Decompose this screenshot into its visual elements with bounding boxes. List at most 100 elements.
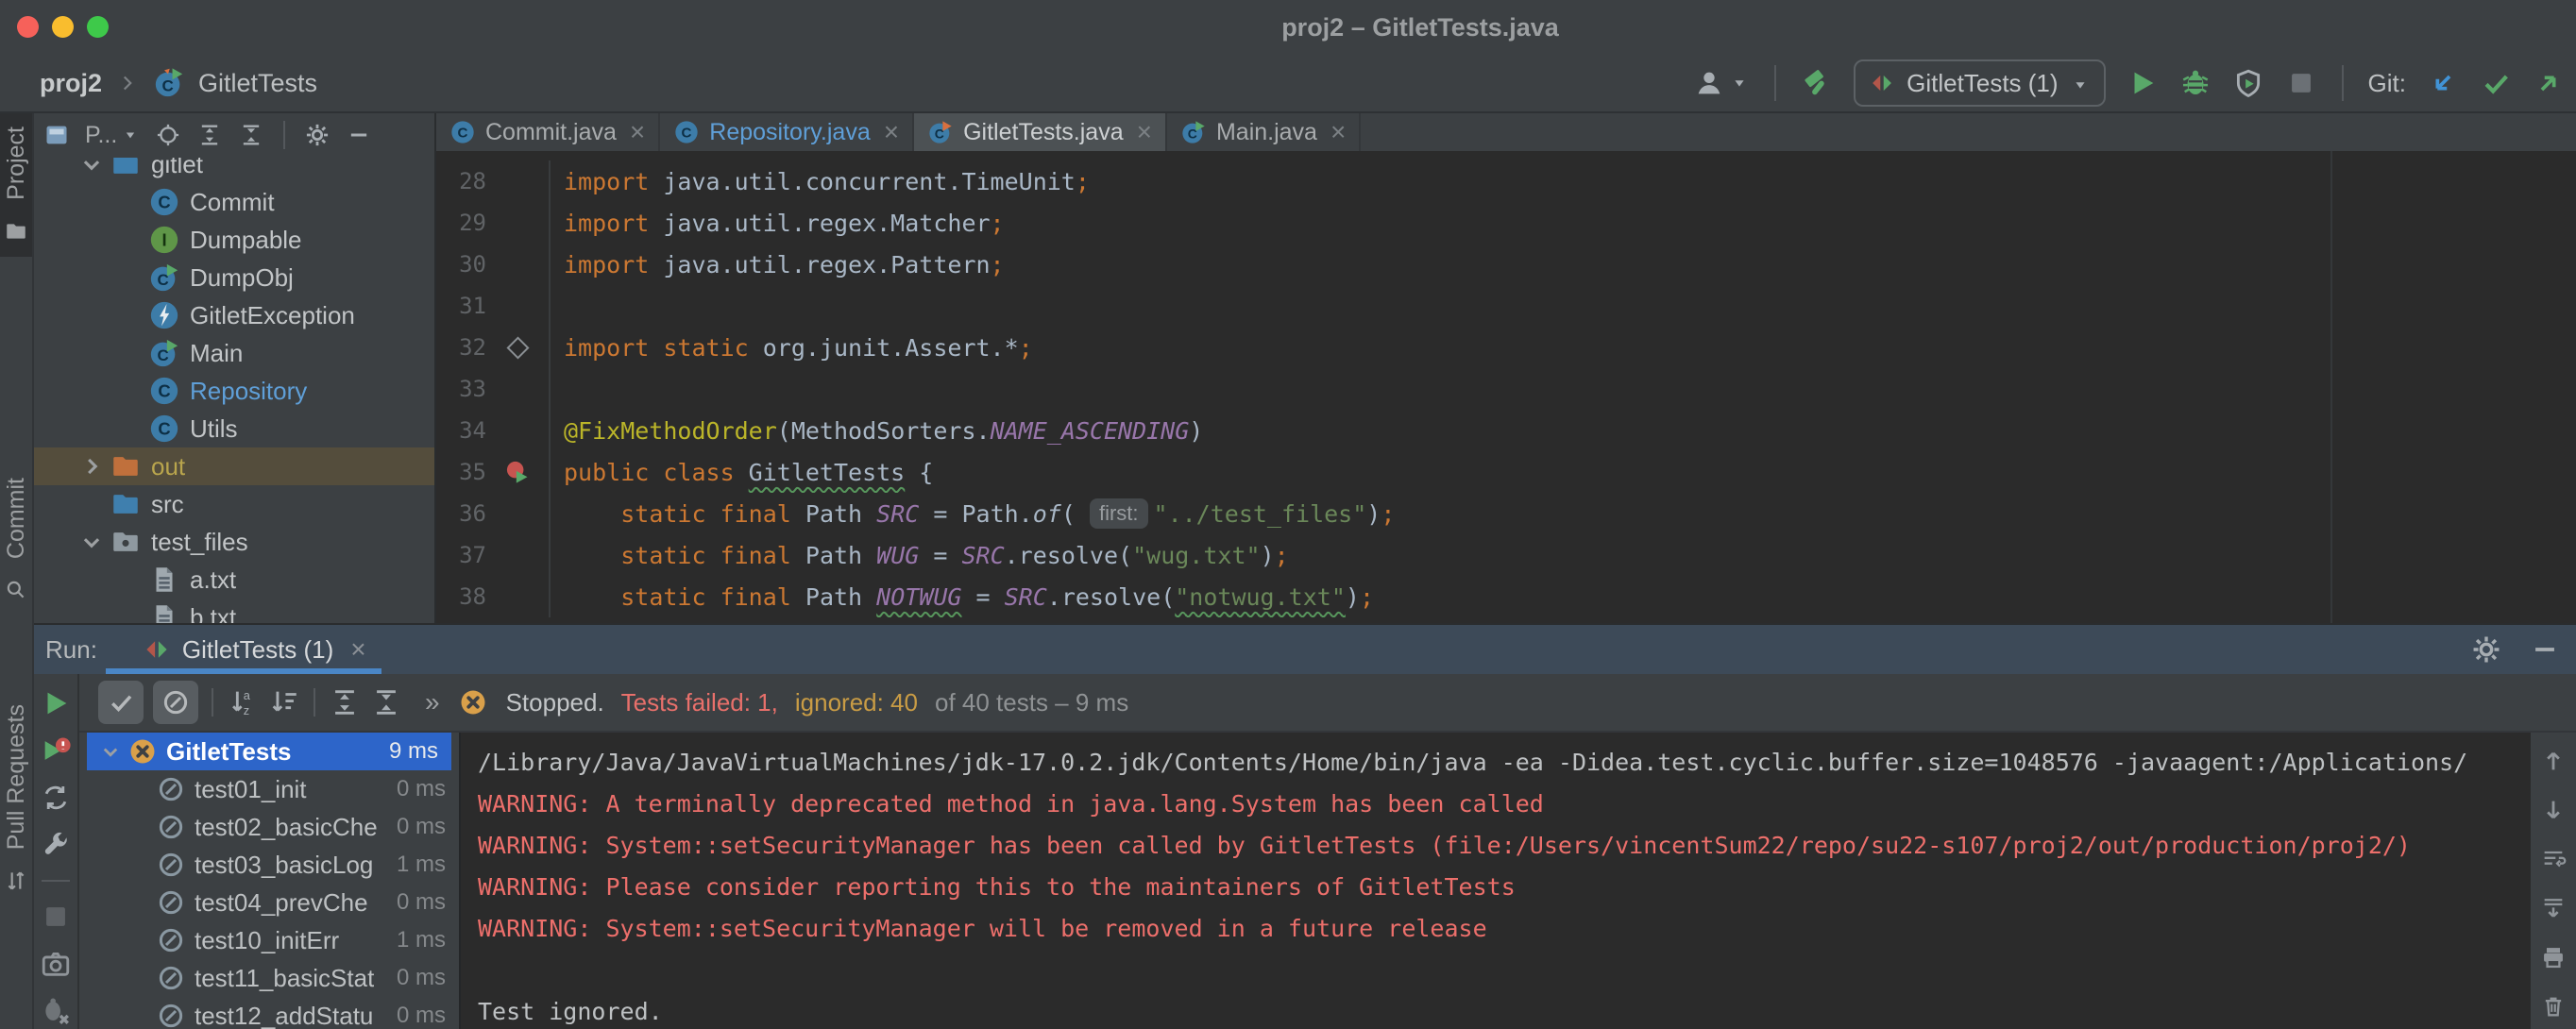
git-push-icon[interactable] [2533,67,2565,99]
locate-file-button[interactable] [155,122,181,148]
project-tree-item-DumpObj[interactable]: CDumpObj [34,259,434,296]
git-update-icon[interactable] [2427,67,2459,99]
editor-tab-GitletTests.java[interactable]: CGitletTests.java× [914,113,1167,151]
run-with-coverage-button[interactable] [2232,67,2264,99]
code-text: import static org.junit.Assert.*; [549,327,2576,368]
show-passed-toggle[interactable] [98,681,144,724]
sort-by-duration-button[interactable] [268,686,300,718]
close-icon[interactable]: × [350,634,365,665]
chevron-right-icon[interactable] [76,450,108,482]
stop-button[interactable] [40,901,72,933]
project-tree-item-Utils[interactable]: CUtils [34,410,434,447]
editor-tab-Repository.java[interactable]: CRepository.java× [660,113,914,151]
sort-alphabetically-button[interactable]: az [227,686,259,718]
hide-tool-window-button[interactable] [2529,633,2561,666]
soft-wrap-button[interactable] [2540,846,2567,872]
code-token: ; [1381,500,1395,528]
close-icon[interactable]: × [1330,119,1346,145]
project-view-widget-icon[interactable] [43,122,70,148]
test-failed-icon[interactable] [504,459,531,485]
editor-surface[interactable]: 28import java.util.concurrent.TimeUnit;2… [436,151,2576,623]
test-tree-item-GitletTests[interactable]: GitletTests9 ms [87,733,451,770]
run-label: Run: [45,635,97,665]
collapse-all-button[interactable] [238,122,264,148]
test-tree-item-test10_initErr[interactable]: test10_initErr1 ms [79,921,459,959]
project-tree-item-GitletException[interactable]: GitletException [34,296,434,334]
test-tree-item-test12_addStatu[interactable]: test12_addStatu0 ms [79,997,459,1029]
project-tree-item-src[interactable]: src [34,485,434,523]
project-tree-item-b.txt[interactable]: b.txt [34,599,434,623]
project-tree-item-out[interactable]: out [34,447,434,485]
close-icon[interactable]: × [1137,119,1152,145]
code-token: ) [1366,500,1381,528]
collapse-all-button[interactable] [370,686,402,718]
snapshot-camera-icon[interactable] [40,948,72,980]
project-tree-item-Dumpable[interactable]: IDumpable [34,221,434,259]
test-tree-item-test04_prevChe[interactable]: test04_prevChe0 ms [79,884,459,921]
project-tree-item-gitlet[interactable]: gitlet [34,158,434,183]
settings-gear-icon[interactable] [2470,633,2502,666]
project-tree-item-Main[interactable]: CMain [34,334,434,372]
attach-debugger-bug-icon[interactable] [40,995,72,1027]
show-ignored-toggle[interactable] [153,681,198,724]
close-window-button[interactable] [17,16,39,38]
hide-tool-window-button[interactable] [346,122,372,148]
stripe-tab-project[interactable]: Project [0,113,32,257]
rerun-failed-tests-button[interactable] [40,734,72,767]
chevron-down-icon[interactable] [76,158,108,180]
test-tree-item-test01_init[interactable]: test01_init0 ms [79,770,459,808]
test-tree-item-test11_basicStat[interactable]: test11_basicStat0 ms [79,959,459,997]
minimize-window-button[interactable] [52,16,74,38]
chevron-down-icon[interactable] [96,737,125,766]
test-tree[interactable]: GitletTests9 mstest01_init0 mstest02_bas… [79,733,459,1029]
close-icon[interactable]: × [630,119,645,145]
expand-all-button[interactable] [329,686,361,718]
console-line: /Library/Java/JavaVirtualMachines/jdk-17… [478,742,2531,784]
gutter-slot [486,576,549,617]
stop-button[interactable] [2285,67,2317,99]
run-configuration-select[interactable]: GitletTests (1) [1854,59,2105,107]
project-tree[interactable]: gitletCCommitIDumpableCDumpObjGitletExce… [34,158,434,623]
code-token [564,542,620,569]
expand-all-button[interactable] [196,122,223,148]
maximize-window-button[interactable] [87,16,109,38]
chevron-down-icon[interactable] [76,526,108,558]
stripe-tab-pull-requests[interactable]: Pull Requests [0,691,32,906]
project-tree-item-test_files[interactable]: test_files [34,523,434,561]
test-settings-wrench-icon[interactable] [40,829,72,861]
scroll-to-end-button[interactable] [2540,895,2567,921]
close-icon[interactable]: × [884,119,899,145]
run-tab[interactable]: GitletTests (1) × [143,625,366,674]
editor-tab-Main.java[interactable]: CMain.java× [1167,113,1361,151]
gutter-slot [486,160,549,202]
user-menu[interactable] [1693,67,1750,99]
fold-marker-icon[interactable] [506,336,529,359]
git-commit-check-icon[interactable] [2480,67,2512,99]
project-tree-item-Commit[interactable]: CCommit [34,183,434,221]
breadcrumb-project[interactable]: proj2 [40,69,102,98]
scroll-up-button[interactable] [2540,748,2567,774]
scroll-down-button[interactable] [2540,797,2567,823]
code-token: ; [1076,168,1090,195]
run-button[interactable] [2127,67,2159,99]
breadcrumb-class[interactable]: GitletTests [198,69,317,98]
run-console[interactable]: /Library/Java/JavaVirtualMachines/jdk-17… [459,733,2531,1029]
editor-tab-Commit.java[interactable]: CCommit.java× [436,113,660,151]
test-duration: 1 ms [397,852,459,878]
debug-button[interactable] [2179,67,2212,99]
more-actions-chevron[interactable]: » [425,687,440,717]
project-tree-item-a.txt[interactable]: a.txt [34,561,434,599]
toggle-auto-test-button[interactable] [40,782,72,814]
test-name: test11_basicStat [195,964,374,993]
line-number: 34 [436,417,486,444]
settings-gear-icon[interactable] [304,122,330,148]
project-view-selector[interactable]: P... [85,122,140,149]
test-tree-item-test03_basicLog[interactable]: test03_basicLog1 ms [79,846,459,884]
build-hammer-icon[interactable] [1801,67,1833,99]
print-button[interactable] [2540,944,2567,970]
test-tree-item-test02_basicChe[interactable]: test02_basicChe0 ms [79,808,459,846]
rerun-button[interactable] [40,687,72,719]
clear-console-trash-icon[interactable] [2540,993,2567,1020]
stripe-tab-commit[interactable]: Commit [0,464,32,616]
project-tree-item-Repository[interactable]: CRepository [34,372,434,410]
